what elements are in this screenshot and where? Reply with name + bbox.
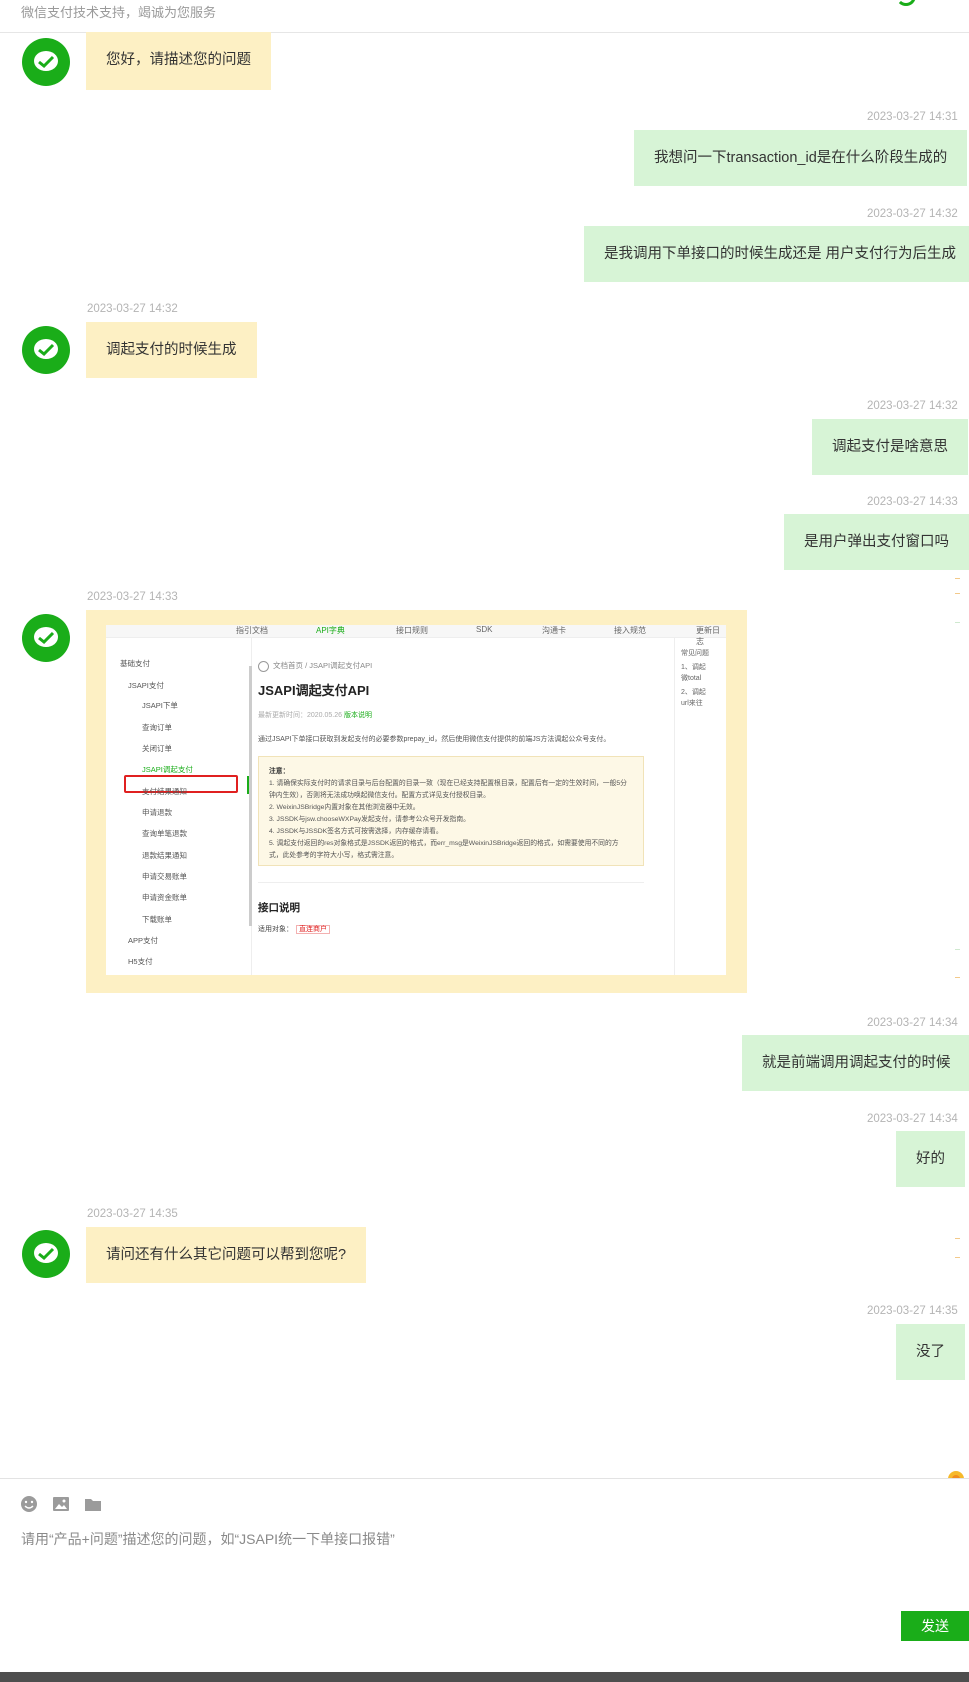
doc-sidebar-item: 退款结果通知: [142, 851, 187, 860]
user-message: 没了: [896, 1324, 965, 1380]
decoration: [955, 977, 960, 978]
agent-message: 您好，请描述您的问题: [86, 32, 271, 90]
folder-icon[interactable]: [84, 1495, 102, 1513]
chat-header: 微信支付技术支持，竭诚为您服务: [0, 0, 969, 33]
agent-message: 请问还有什么其它问题可以帮到您呢?: [86, 1227, 367, 1283]
chat-log[interactable]: 您好，请描述您的问题 2023-03-27 14:31 我想问一下transac…: [0, 32, 969, 1502]
doc-sidebar-item: 申请退款: [142, 808, 172, 817]
doc-sidebar-item: 查询单笔退款: [142, 829, 187, 838]
doc-sidebar-item: 下载账单: [142, 915, 172, 924]
doc-sidebar-item: JSAPI支付: [128, 681, 164, 690]
emoji-icon[interactable]: [20, 1495, 38, 1513]
doc-sidebar-item: H5支付: [128, 957, 153, 966]
wechat-pay-icon: [34, 339, 58, 359]
doc-title: JSAPI调起支付API: [258, 683, 370, 698]
message-composer[interactable]: 请用“产品+问题”描述您的问题，如“JSAPI统一下单接口报错” 发送: [0, 1478, 969, 1673]
header-subtitle: 微信支付技术支持，竭诚为您服务: [21, 5, 217, 20]
message-timestamp: 2023-03-27 14:34: [867, 1017, 958, 1029]
user-message: 我想问一下transaction_id是在什么阶段生成的: [634, 130, 968, 186]
doc-nav-item: 接口规则: [396, 626, 428, 635]
doc-top-nav: 指引文档 API字典 接口规则 SDK 沟通卡 接入规范 更新日志: [106, 625, 726, 646]
back-icon: [258, 660, 269, 672]
message-timestamp: 2023-03-27 14:33: [87, 591, 178, 603]
brand-logo-icon: [896, 0, 916, 6]
doc-nav-item: 接入规范: [614, 626, 646, 635]
message-timestamp: 2023-03-27 14:32: [867, 400, 958, 412]
doc-sidebar-item: 支付结果通知: [142, 787, 187, 796]
message-input[interactable]: 请用“产品+问题”描述您的问题，如“JSAPI统一下单接口报错”: [21, 1529, 395, 1549]
agent-avatar: [22, 1230, 70, 1278]
wechat-pay-icon: [34, 627, 58, 647]
user-message: 就是前端调用调起支付的时候: [742, 1035, 969, 1091]
doc-sidebar-scrollbar: [249, 666, 252, 926]
doc-sidebar-item: 申请交易账单: [142, 872, 187, 881]
doc-sidebar-item: 查询订单: [142, 723, 172, 732]
decoration: [955, 622, 960, 623]
divider: [258, 882, 644, 883]
doc-sidebar: 基础支付 JSAPI支付 JSAPI下单 查询订单 关闭订单 JSAPI调起支付…: [106, 638, 252, 975]
message-timestamp: 2023-03-27 14:33: [867, 496, 958, 508]
user-message: 调起支付是啥意思: [812, 419, 968, 475]
doc-breadcrumb: 文档首页 / JSAPI调起支付API: [258, 660, 372, 672]
user-message: 是用户弹出支付窗口吗: [784, 514, 969, 570]
doc-nav-item: 沟通卡: [542, 626, 566, 635]
image-message[interactable]: 指引文档 API字典 接口规则 SDK 沟通卡 接入规范 更新日志 基础支付 J…: [86, 610, 747, 993]
doc-main: 文档首页 / JSAPI调起支付API JSAPI调起支付API 最新更新时间：…: [258, 638, 668, 975]
doc-sidebar-item: JSAPI调起支付: [142, 765, 193, 774]
doc-right-panel: 常见问题 1、调起 微total 2、调起 url来往: [674, 638, 726, 975]
doc-fit: 适用对象： 直连商户: [258, 924, 330, 934]
doc-nav-item: API字典: [316, 626, 345, 635]
doc-nav-item: SDK: [476, 625, 493, 634]
doc-note: 注意： 1. 请确保实际支付时的请求目录与后台配置的目录一致（现在已经支持配置根…: [258, 756, 644, 866]
doc-screenshot[interactable]: 指引文档 API字典 接口规则 SDK 沟通卡 接入规范 更新日志 基础支付 J…: [106, 625, 726, 975]
agent-avatar: [22, 38, 70, 86]
doc-intro: 通过JSAPI下单接口获取到发起支付的必要参数prepay_id，然后使用微信支…: [258, 736, 611, 743]
doc-sidebar-item: 关闭订单: [142, 744, 172, 753]
agent-message: 调起支付的时候生成: [86, 322, 257, 378]
agent-avatar: [22, 614, 70, 662]
message-timestamp: 2023-03-27 14:32: [867, 208, 958, 220]
wechat-pay-icon: [34, 1243, 58, 1263]
doc-sidebar-item: 申请资金账单: [142, 893, 187, 902]
image-icon[interactable]: [52, 1495, 70, 1513]
decoration: [955, 949, 960, 950]
doc-updated: 最新更新时间：2020.05.26 版本说明: [258, 712, 372, 719]
decoration: [955, 578, 960, 579]
agent-avatar: [22, 326, 70, 374]
user-message: 是我调用下单接口的时候生成还是 用户支付行为后生成: [584, 226, 969, 282]
doc-sidebar-item: JSAPI下单: [142, 701, 178, 710]
message-timestamp: 2023-03-27 14:34: [867, 1113, 958, 1125]
message-timestamp: 2023-03-27 14:35: [867, 1305, 958, 1317]
window-bottom-bar: [0, 1672, 969, 1682]
doc-nav-item: 指引文档: [236, 626, 268, 635]
wechat-pay-icon: [34, 51, 58, 71]
message-timestamp: 2023-03-27 14:32: [87, 303, 178, 315]
decoration: [955, 593, 960, 594]
doc-sidebar-item: APP支付: [128, 936, 159, 945]
decoration: [955, 1238, 960, 1239]
send-button[interactable]: 发送: [901, 1611, 969, 1641]
doc-sidebar-item: 基础支付: [120, 659, 150, 668]
user-message: 好的: [896, 1131, 965, 1187]
message-timestamp: 2023-03-27 14:35: [87, 1208, 178, 1220]
message-timestamp: 2023-03-27 14:31: [867, 111, 958, 123]
doc-section-title: 接口说明: [258, 902, 300, 914]
decoration: [955, 1257, 960, 1258]
